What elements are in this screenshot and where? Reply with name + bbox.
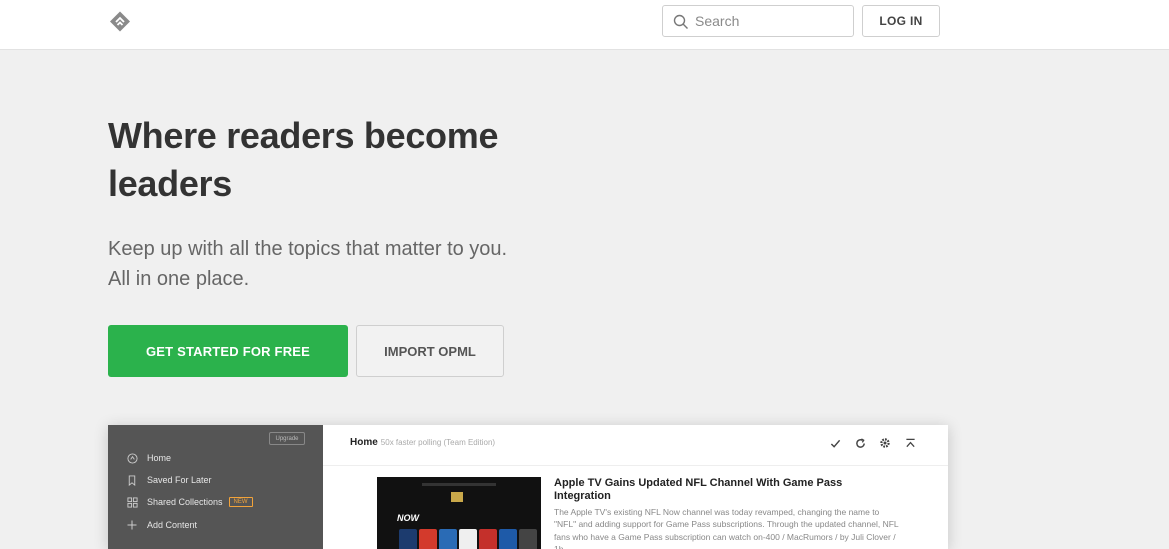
app-preview: Upgrade Home Saved For Later Shared Coll… (108, 425, 948, 549)
gear-icon[interactable] (878, 436, 892, 450)
feedly-logo-icon[interactable] (108, 10, 132, 34)
sidebar-item-saved[interactable]: Saved For Later (126, 472, 212, 488)
get-started-button[interactable]: GET STARTED FOR FREE (108, 325, 348, 377)
article-summary: The Apple TV's existing NFL Now channel … (554, 507, 899, 549)
sidebar-item-label: Shared Collections (147, 497, 223, 507)
bookmark-icon (126, 474, 138, 486)
search-input[interactable] (695, 10, 845, 32)
page-subheadline: Keep up with all the topics that matter … (108, 234, 588, 294)
login-button[interactable]: LOG IN (862, 5, 940, 37)
plus-icon (126, 519, 138, 531)
collections-icon (126, 496, 138, 508)
sidebar-item-label: Home (147, 453, 172, 463)
sidebar-item-shared-collections[interactable]: Shared Collections NEW (126, 494, 253, 510)
refresh-icon[interactable] (853, 436, 867, 450)
preview-divider (323, 465, 948, 466)
article-title[interactable]: Apple TV Gains Updated NFL Channel With … (554, 477, 894, 503)
preview-main-panel: Home 50x faster polling (Team Edition) NO… (323, 425, 948, 549)
upgrade-button[interactable]: Upgrade (269, 432, 305, 445)
home-icon (126, 452, 138, 464)
subheadline-line-2: All in one place. (108, 268, 250, 290)
preview-sidebar: Upgrade Home Saved For Later Shared Coll… (108, 425, 323, 549)
preview-subtitle: 50x faster polling (Team Edition) (380, 438, 496, 447)
preview-toolbar (828, 436, 928, 450)
search-icon (673, 14, 688, 29)
check-icon[interactable] (828, 436, 842, 450)
subheadline-line-1: Keep up with all the topics that matter … (108, 238, 508, 260)
search-box[interactable] (662, 5, 854, 37)
preview-title: Home (350, 437, 378, 448)
sidebar-item-add-content[interactable]: Add Content (126, 517, 197, 533)
import-opml-button[interactable]: IMPORT OPML (356, 325, 504, 377)
headline-line-1: Where readers become (108, 115, 499, 156)
top-navigation-bar: LOG IN (0, 0, 1169, 50)
sidebar-item-home[interactable]: Home (126, 450, 171, 466)
sidebar-item-label: Add Content (147, 520, 198, 530)
article-thumbnail[interactable]: NOW (377, 477, 541, 549)
page-headline: Where readers become leaders (108, 112, 568, 208)
collapse-icon[interactable] (903, 436, 917, 450)
sidebar-item-label: Saved For Later (147, 475, 212, 485)
headline-line-2: leaders (108, 163, 232, 204)
new-badge: NEW (228, 497, 253, 507)
preview-header: Home 50x faster polling (Team Edition) (350, 437, 495, 448)
